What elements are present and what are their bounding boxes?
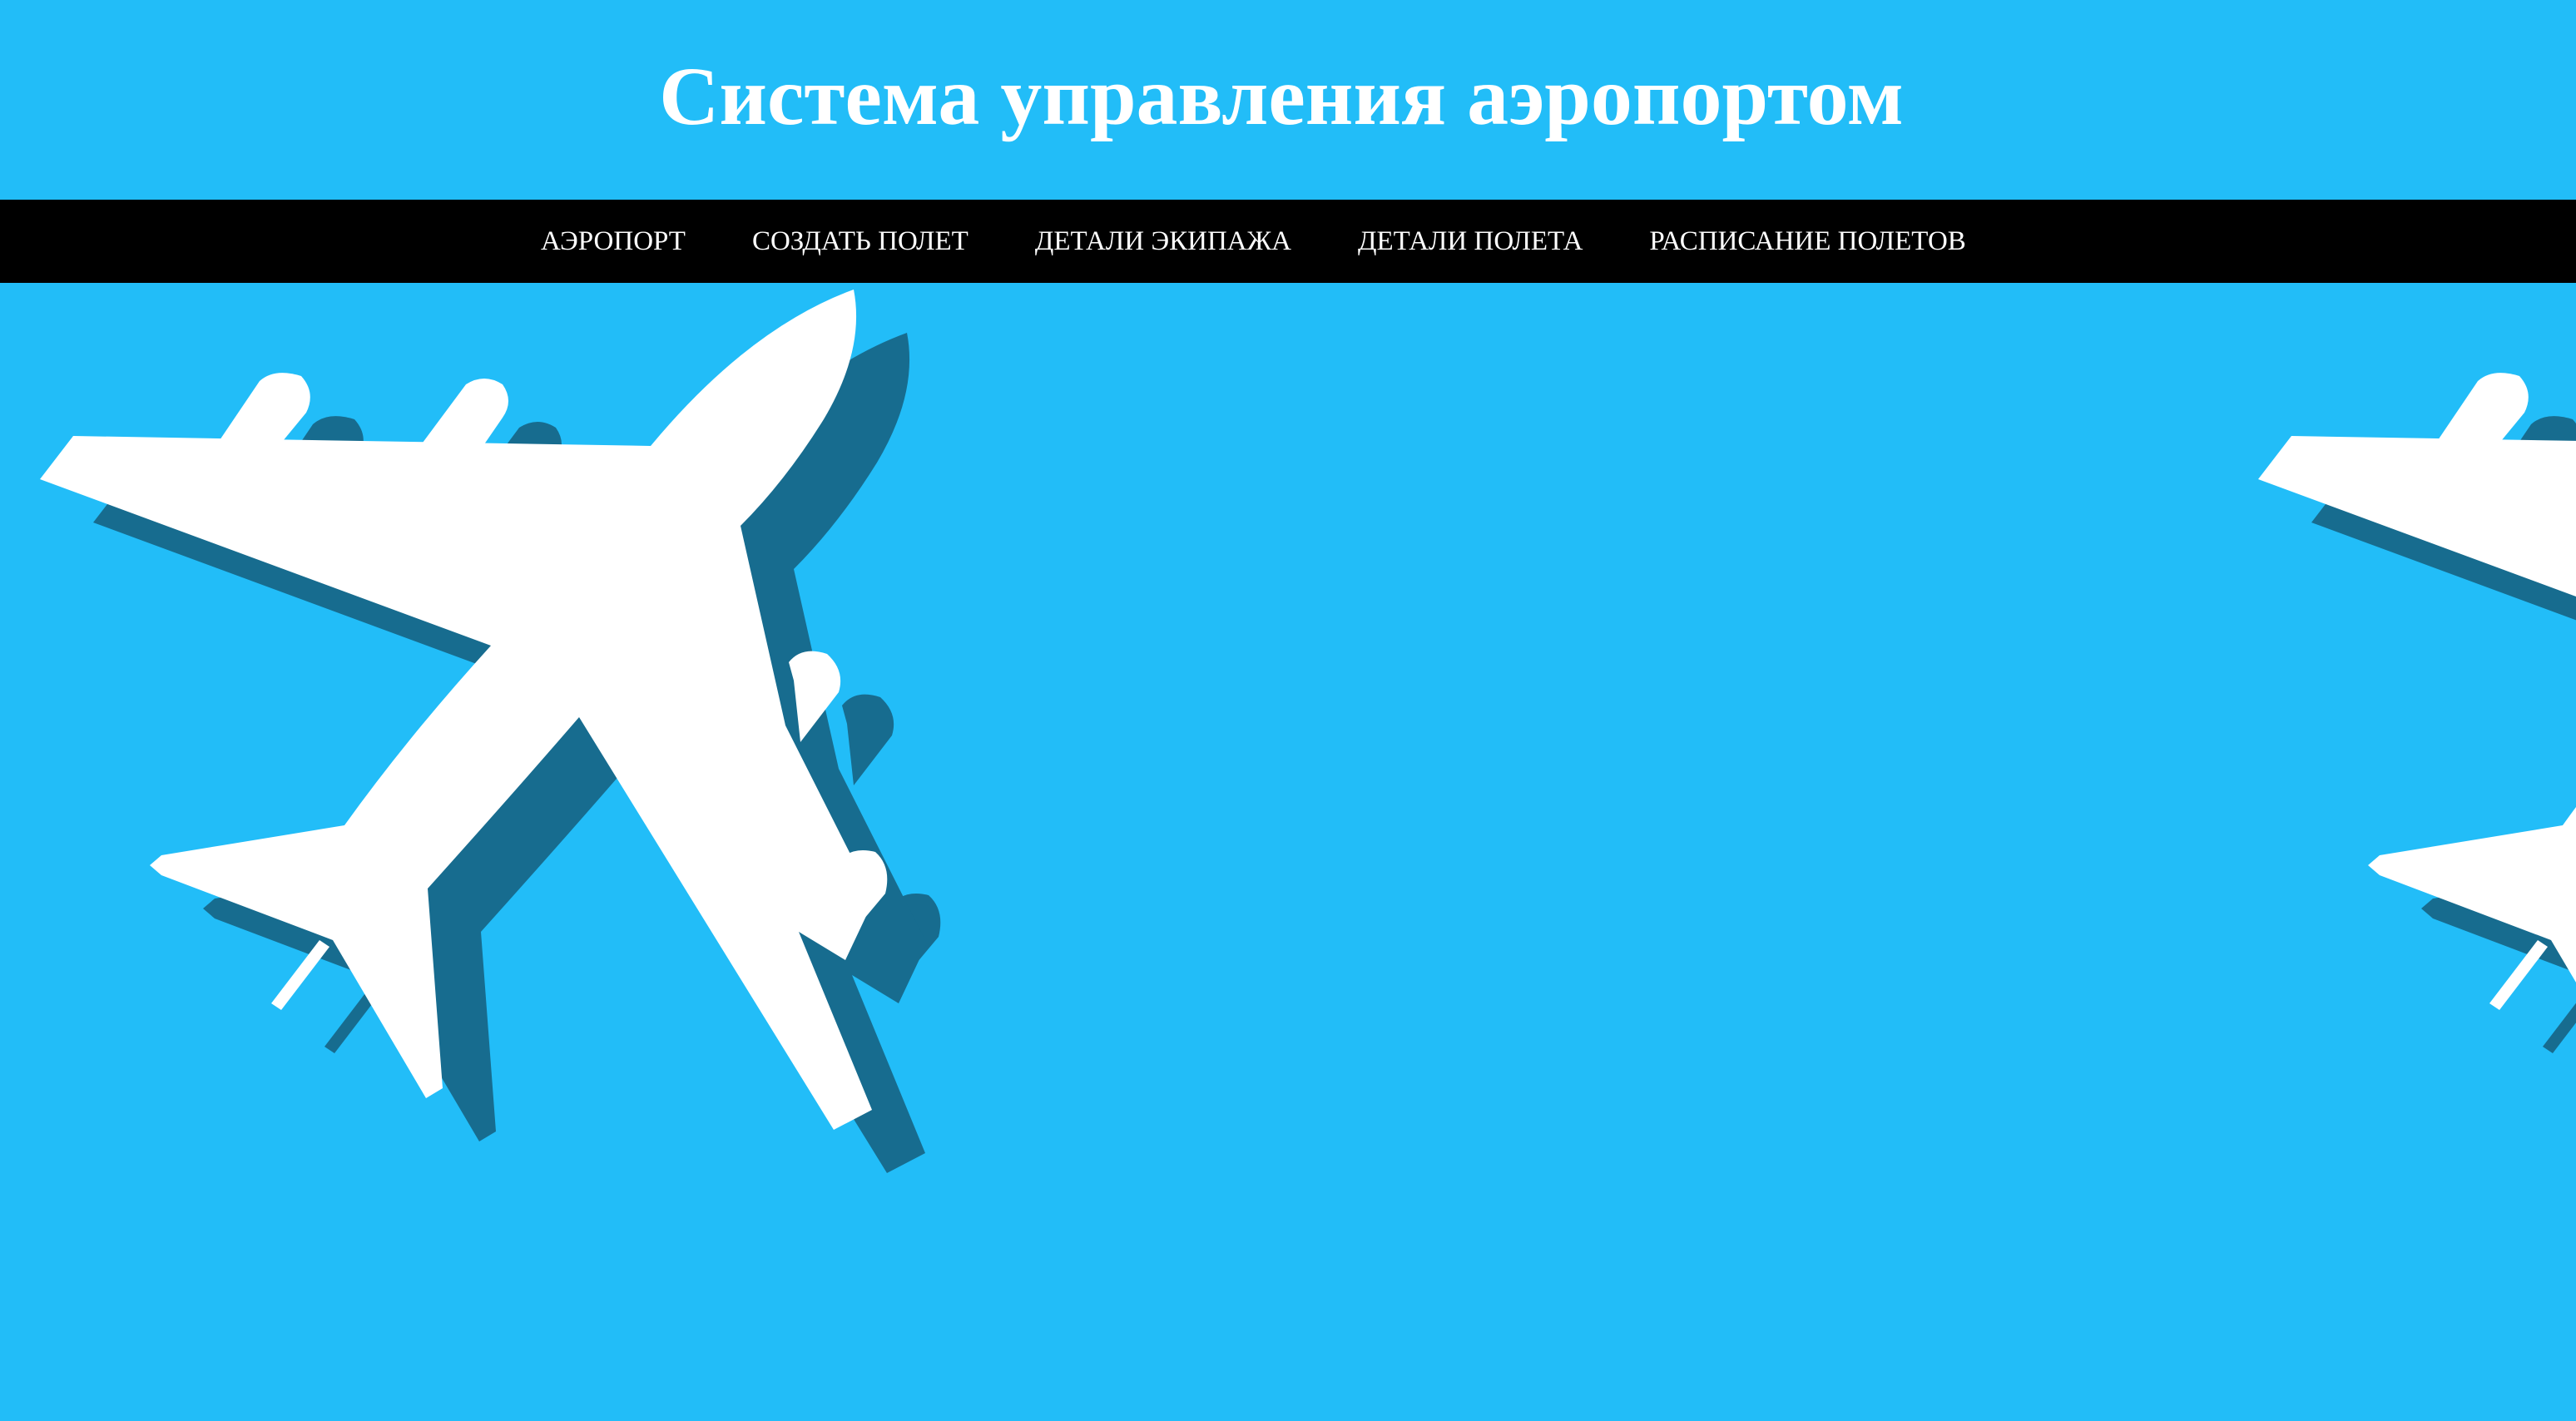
nav-item-flight-schedule[interactable]: РАСПИСАНИЕ ПОЛЕТОВ	[1616, 225, 1999, 258]
navbar: АЭРОПОРТ СОЗДАТЬ ПОЛЕТ ДЕТАЛИ ЭКИПАЖА ДЕ…	[0, 200, 2576, 283]
nav-item-airport[interactable]: АЭРОПОРТ	[508, 225, 719, 258]
page: Система управления аэропортом АЭРОПОРТ С…	[0, 0, 2576, 1421]
background-planes-svg	[40, 290, 2576, 1173]
nav-item-flight-details[interactable]: ДЕТАЛИ ПОЛЕТА	[1325, 225, 1616, 258]
nav-item-create-flight[interactable]: СОЗДАТЬ ПОЛЕТ	[719, 225, 1002, 258]
nav-list: АЭРОПОРТ СОЗДАТЬ ПОЛЕТ ДЕТАЛИ ЭКИПАЖА ДЕ…	[508, 200, 1999, 283]
airplane-icon-right	[2258, 290, 2576, 1130]
nav-item-crew-details[interactable]: ДЕТАЛИ ЭКИПАЖА	[1002, 225, 1325, 258]
header: Система управления аэропортом	[0, 0, 2576, 200]
page-title: Система управления аэропортом	[659, 50, 1904, 142]
background-planes	[0, 283, 2576, 1421]
